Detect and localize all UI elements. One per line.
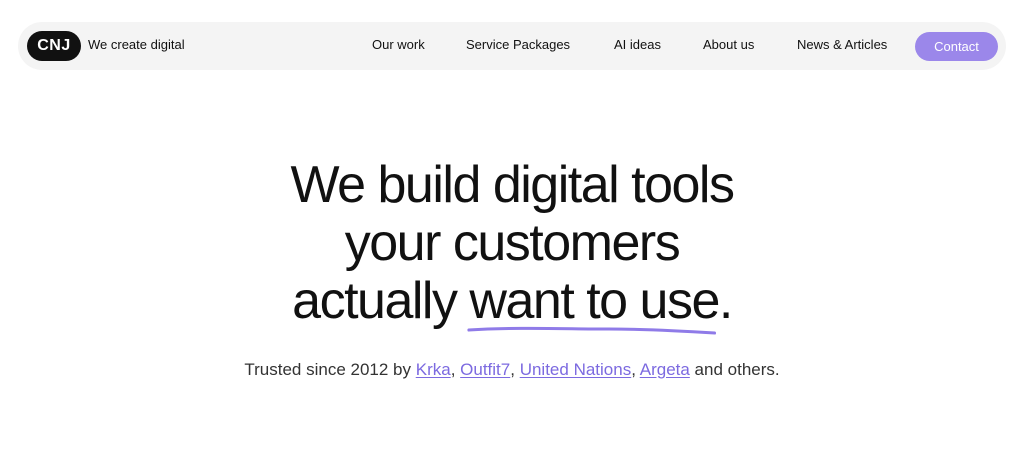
hero-line-3-prefix: actually: [292, 272, 470, 330]
client-link-krka[interactable]: Krka: [416, 360, 451, 379]
cnj-logo[interactable]: CNJ: [27, 31, 81, 61]
separator: ,: [631, 360, 640, 379]
brand-tagline: We create digital: [88, 37, 185, 52]
separator: ,: [450, 360, 461, 379]
trusted-suffix: and others.: [689, 360, 780, 379]
hero-line-2: your customers: [344, 214, 681, 272]
nav-link-our-work[interactable]: Our work: [372, 37, 425, 52]
separator: ,: [510, 360, 520, 379]
hero-highlight: want to use: [467, 272, 720, 335]
hero-line-3: actually want to use.: [0, 272, 1024, 335]
client-link-outfit7[interactable]: Outfit7: [460, 360, 510, 379]
nav-link-about-us[interactable]: About us: [703, 37, 754, 52]
nav-link-service-packages[interactable]: Service Packages: [466, 37, 570, 52]
hand-drawn-underline: [467, 326, 717, 335]
trusted-prefix: Trusted since 2012 by: [244, 360, 416, 379]
hero-line-1: We build digital tools: [290, 156, 735, 214]
client-link-argeta[interactable]: Argeta: [640, 360, 690, 379]
hero-line-3-suffix: .: [718, 272, 733, 330]
client-link-united-nations[interactable]: United Nations: [520, 360, 632, 379]
nav-link-news-articles[interactable]: News & Articles: [797, 37, 887, 52]
trusted-by-line: Trusted since 2012 by Krka, Outfit7, Uni…: [0, 360, 1024, 380]
contact-button[interactable]: Contact: [915, 32, 998, 61]
hero-heading: We build digital tools your customers ac…: [0, 156, 1024, 335]
hero-highlight-text: want to use: [469, 272, 720, 330]
nav-link-ai-ideas[interactable]: AI ideas: [614, 37, 661, 52]
top-navigation-bar: CNJ We create digital Our work Service P…: [18, 22, 1006, 70]
